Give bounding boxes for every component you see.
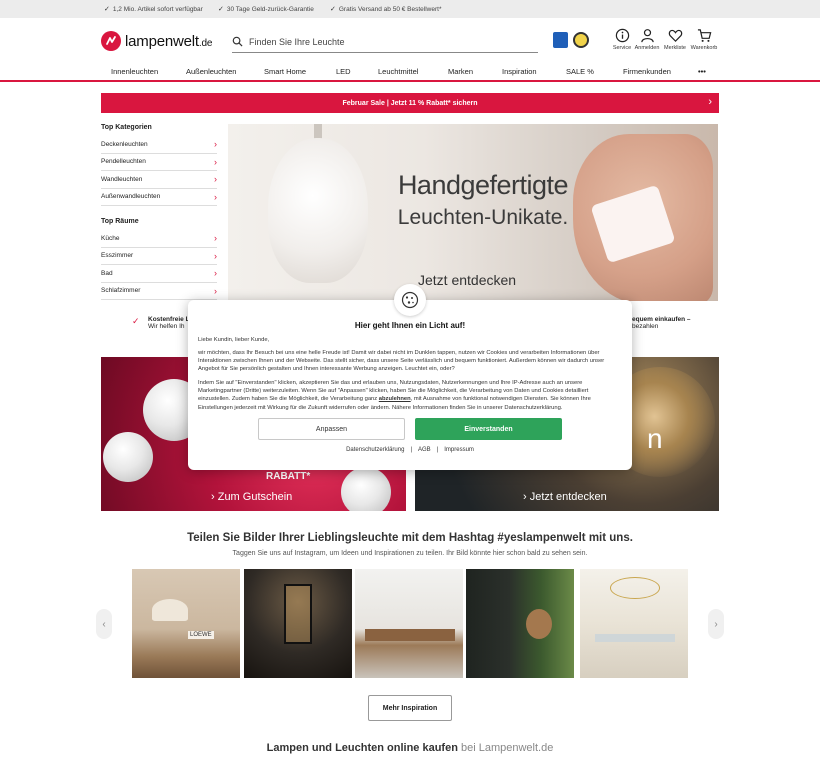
search-icon[interactable] [232, 36, 243, 47]
nav-divider [0, 80, 820, 82]
sidebar-item-deckenleuchten[interactable]: Deckenleuchten › [101, 136, 217, 154]
cookie-links: Datenschutzerklärung | AGB | Impressum [346, 447, 474, 453]
nav-sale[interactable]: SALE % [566, 67, 594, 76]
nav-innenleuchten[interactable]: Innenleuchten [111, 67, 158, 76]
site-header: lampenwelt.de Finden Sie Ihre Leuchte Se… [0, 18, 820, 82]
accept-button[interactable]: Einverstanden [415, 418, 562, 440]
instagram-photo[interactable] [580, 569, 688, 678]
sale-banner-text: Februar Sale | Jetzt 11 % Rabatt* sicher… [342, 99, 478, 107]
usp-item: ✓ 30 Tage Geld-zurück-Garantie [218, 5, 314, 14]
cookie-title: Hier geht Ihnen ein Licht auf! [354, 321, 466, 330]
sidebar-item-aussenwandleuchten[interactable]: Außenwandleuchten › [101, 189, 217, 206]
instagram-section-subtitle: Taggen Sie uns auf Instagram, um Ideen u… [232, 550, 588, 557]
instagram-photo[interactable] [244, 569, 352, 678]
logo-tld: .de [198, 37, 213, 49]
top-rooms-heading: Top Räume [101, 218, 139, 225]
chevron-right-icon: › [708, 96, 712, 108]
search-bar[interactable]: Finden Sie Ihre Leuchte [232, 31, 538, 53]
sidebar-item-bad[interactable]: Bad › [101, 265, 217, 283]
hero-banner[interactable]: Handgefertigte Leuchten-Unikate. Jetzt e… [228, 124, 718, 301]
wishlist-link[interactable]: Merkliste [660, 28, 690, 51]
cart-icon [697, 29, 711, 42]
globe-lamp-image [341, 467, 391, 511]
nav-aussenleuchten[interactable]: Außenleuchten [186, 67, 236, 76]
info-icon [615, 28, 629, 43]
privacy-link[interactable]: Datenschutzerklärung [346, 447, 404, 453]
cookie-greeting: Liebe Kundin, lieber Kunde, [198, 337, 270, 343]
chevron-right-icon: › [214, 233, 217, 244]
chevron-right-icon: › [214, 268, 217, 279]
cookie-consent-dialog: Hier geht Ihnen ein Licht auf! Liebe Kun… [188, 284, 632, 470]
sale-banner[interactable]: Februar Sale | Jetzt 11 % Rabatt* sicher… [101, 93, 719, 113]
cart-link[interactable]: Warenkorb [689, 28, 719, 51]
nav-marken[interactable]: Marken [448, 67, 473, 76]
logo-text: lampenwelt [125, 32, 199, 50]
tile-title-fragment: n [647, 423, 663, 454]
sidebar-item-pendelleuchten[interactable]: Pendelleuchten › [101, 154, 217, 171]
carousel-prev-icon[interactable]: ‹ [96, 609, 112, 639]
usp-shopping: equem einkaufen – bezahlen [632, 316, 691, 330]
cookie-paragraph-2: Indem Sie auf "Einverstanden" klicken, a… [198, 380, 591, 411]
hero-subline: Leuchten-Unikate. [397, 206, 569, 229]
rabatt-label: RABATT* [266, 471, 311, 482]
usp-consulting: ✓ Kostenfreie L Wir helfen Ih [132, 316, 190, 330]
login-link[interactable]: Anmelden [632, 28, 662, 51]
lampenwelt-logo-icon [101, 31, 121, 51]
nav-smart-home[interactable]: Smart Home [264, 67, 306, 76]
chevron-right-icon: › [214, 156, 217, 167]
chevron-right-icon: › [214, 139, 217, 150]
sidebar-item-wandleuchten[interactable]: Wandleuchten › [101, 171, 217, 189]
instagram-photo[interactable] [466, 569, 574, 678]
usp-item: ✓ Gratis Versand ab 50 € Bestellwert* [330, 5, 442, 14]
instagram-photo[interactable]: LOEWE [132, 569, 240, 678]
chevron-right-icon: › [214, 174, 217, 185]
discover-cta[interactable]: › Jetzt entdecken [523, 491, 607, 503]
reject-link[interactable]: abzulehnen [379, 396, 411, 402]
usp-topbar: ✓ 1,2 Mio. Artikel sofort verfügbar ✓ 30 T… [0, 0, 820, 18]
trusted-shops-icon[interactable] [573, 32, 589, 48]
cookie-paragraph-1: wir möchten, dass Ihr Besuch bei uns ein… [198, 350, 605, 373]
instagram-section-title: Teilen Sie Bilder Ihrer Lieblingsleuchte… [187, 532, 633, 544]
sidebar-item-schlafzimmer[interactable]: Schlafzimmer › [101, 283, 217, 300]
voucher-cta[interactable]: › Zum Gutschein [211, 491, 292, 503]
heart-icon [668, 29, 682, 42]
main-navigation: Innenleuchten Außenleuchten Smart Home L… [0, 64, 820, 80]
photo-label: LOEWE [188, 631, 214, 639]
seo-heading: Lampen und Leuchten online kaufen bei La… [266, 742, 554, 754]
trust-badge-icon[interactable] [553, 32, 568, 48]
adjust-button[interactable]: Anpassen [258, 418, 405, 440]
checkmark-icon: ✓ [132, 316, 140, 326]
hero-cta[interactable]: Jetzt entdecken [418, 272, 516, 288]
sidebar-item-esszimmer[interactable]: Esszimmer › [101, 248, 217, 265]
check-icon: ✓ [104, 6, 110, 13]
cookie-icon [394, 284, 426, 316]
site-logo[interactable]: lampenwelt.de [101, 31, 212, 51]
check-icon: ✓ [218, 6, 224, 13]
top-categories-heading: Top Kategorien [101, 124, 152, 131]
hero-headline: Handgefertigte [397, 170, 569, 200]
chevron-right-icon: › [214, 191, 217, 202]
carousel-next-icon[interactable]: › [708, 609, 724, 639]
nav-inspiration[interactable]: Inspiration [502, 67, 537, 76]
nav-firmenkunden[interactable]: Firmenkunden [623, 67, 671, 76]
globe-lamp-image [103, 432, 153, 482]
instagram-photo[interactable] [355, 569, 463, 678]
chevron-right-icon: › [214, 250, 217, 261]
category-sidebar: Top Kategorien Deckenleuchten › Pendelleu… [101, 120, 217, 300]
check-icon: ✓ [330, 6, 336, 13]
agb-link[interactable]: AGB [418, 447, 431, 453]
nav-more-icon[interactable]: ••• [698, 67, 706, 76]
imprint-link[interactable]: Impressum [444, 447, 474, 453]
chevron-right-icon: › [214, 285, 217, 296]
nav-led[interactable]: LED [336, 67, 351, 76]
nav-leuchtmittel[interactable]: Leuchtmittel [378, 67, 418, 76]
user-icon [640, 29, 654, 43]
paper-lamp-image [268, 138, 368, 283]
sidebar-item-kueche[interactable]: Küche › [101, 230, 217, 248]
more-inspiration-button[interactable]: Mehr Inspiration [368, 695, 452, 721]
search-input[interactable]: Finden Sie Ihre Leuchte [249, 37, 345, 47]
usp-item: ✓ 1,2 Mio. Artikel sofort verfügbar [104, 5, 203, 14]
